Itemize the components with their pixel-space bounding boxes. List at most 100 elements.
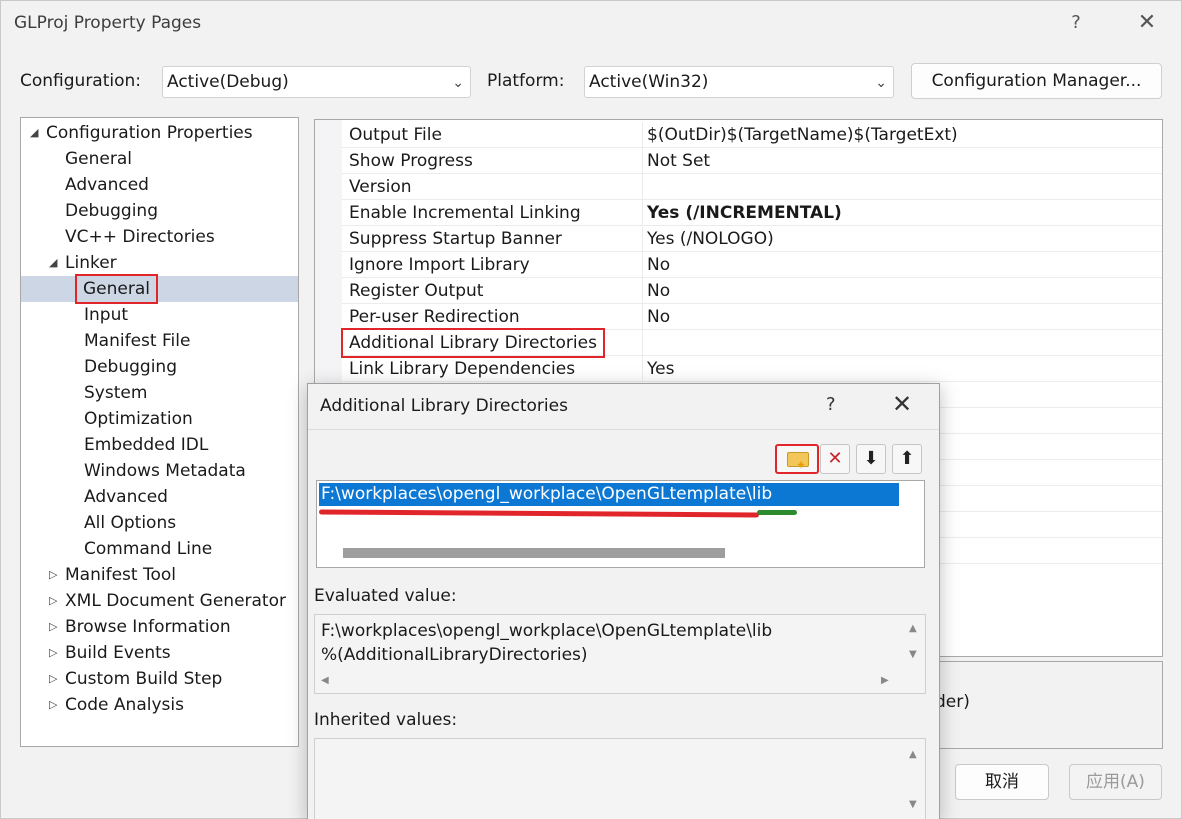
property-tree[interactable]: ◢ Configuration Properties General Advan… [20, 117, 299, 747]
tree-item-label: Optimization [84, 409, 193, 429]
tree-item-label: Debugging [65, 201, 158, 221]
additional-library-directories-dialog: Additional Library Directories ? ✕ ✦ ✕ ⬇… [307, 383, 940, 819]
collapsed-arrow-icon: ▷ [49, 594, 58, 607]
evaluated-value-line: F:\workplaces\opengl_workplace\OpenGLtem… [321, 621, 773, 641]
collapsed-arrow-icon: ▷ [49, 620, 58, 633]
dialog-separator [308, 429, 939, 430]
tree-item-vc-directories[interactable]: VC++ Directories [21, 224, 298, 250]
apply-button[interactable]: 应用(A) [1069, 764, 1162, 800]
tree-item-linker-general[interactable]: General [21, 274, 298, 304]
configuration-combo[interactable]: Active(Debug) ⌄ [162, 66, 471, 98]
window-title: GLProj Property Pages [14, 13, 202, 33]
directory-list[interactable]: F:\workplaces\opengl_workplace\OpenGLtem… [316, 480, 925, 568]
configuration-value: Active(Debug) [167, 72, 289, 92]
directory-item[interactable]: F:\workplaces\opengl_workplace\OpenGLtem… [319, 483, 899, 506]
grid-row-additional-library-directories[interactable]: Additional Library Directories [341, 328, 1162, 358]
tree-item-linker-advanced[interactable]: Advanced [21, 484, 298, 510]
move-down-button[interactable]: ⬇ [856, 444, 886, 474]
help-button[interactable]: ? [1056, 9, 1096, 37]
tree-item-xml-document-generator[interactable]: ▷ XML Document Generator [21, 588, 298, 614]
tree-item-code-analysis[interactable]: ▷ Code Analysis [21, 692, 298, 718]
grid-row-link-library-dependencies[interactable]: Link Library Dependencies Yes [342, 356, 1162, 382]
evaluated-value-line: %(AdditionalLibraryDirectories) [321, 645, 588, 665]
grid-row-show-progress[interactable]: Show Progress Not Set [342, 148, 1162, 174]
delete-button[interactable]: ✕ [820, 444, 850, 474]
tree-item-linker-all-options[interactable]: All Options [21, 510, 298, 536]
move-up-button[interactable]: ⬆ [892, 444, 922, 474]
property-name: Link Library Dependencies [349, 359, 576, 379]
close-button[interactable]: ✕ [1127, 9, 1167, 37]
column-divider [642, 148, 643, 174]
grid-row-output-file[interactable]: Output File $(OutDir)$(TargetName)$(Targ… [342, 122, 1162, 148]
column-divider [642, 200, 643, 226]
tree-item-label: Advanced [65, 175, 149, 195]
tree-item-linker[interactable]: ◢ Linker [21, 250, 298, 276]
tree-item-linker-input[interactable]: Input [21, 302, 298, 328]
column-divider [642, 356, 643, 382]
column-divider [642, 278, 643, 304]
inherited-values-label: Inherited values: [314, 710, 458, 730]
grid-row-per-user-redirection[interactable]: Per-user Redirection No [342, 304, 1162, 330]
configuration-label: Configuration: [20, 71, 142, 91]
tree-item-custom-build-step[interactable]: ▷ Custom Build Step [21, 666, 298, 692]
platform-value: Active(Win32) [589, 72, 709, 92]
grid-row-version[interactable]: Version [342, 174, 1162, 200]
evaluated-value-box: F:\workplaces\opengl_workplace\OpenGLtem… [314, 614, 926, 694]
tree-item-linker-optimization[interactable]: Optimization [21, 406, 298, 432]
tree-item-label: VC++ Directories [65, 227, 215, 247]
tree-item-linker-embedded-idl[interactable]: Embedded IDL [21, 432, 298, 458]
tree-item-debugging[interactable]: Debugging [21, 198, 298, 224]
cancel-button[interactable]: 取消 [955, 764, 1049, 800]
scroll-left-icon[interactable]: ◀ [321, 675, 329, 686]
tree-item-configuration-properties[interactable]: ◢ Configuration Properties [21, 120, 298, 146]
scroll-up-icon[interactable]: ▲ [909, 749, 917, 760]
dialog-help-button[interactable]: ? [826, 394, 836, 415]
tree-item-label: Manifest File [84, 331, 191, 351]
platform-combo[interactable]: Active(Win32) ⌄ [584, 66, 894, 98]
configuration-manager-button[interactable]: Configuration Manager... [911, 63, 1162, 99]
tree-item-label: Browse Information [65, 617, 231, 637]
tree-item-label: General [65, 149, 132, 169]
expanded-arrow-icon: ◢ [30, 126, 39, 139]
column-divider [642, 252, 643, 278]
new-line-button[interactable]: ✦ [775, 444, 819, 474]
tree-item-build-events[interactable]: ▷ Build Events [21, 640, 298, 666]
arrow-up-icon: ⬆ [899, 448, 915, 469]
tree-item-linker-manifest-file[interactable]: Manifest File [21, 328, 298, 354]
tree-item-label: General [75, 274, 158, 304]
dialog-close-button[interactable]: ✕ [892, 390, 912, 418]
tree-item-linker-command-line[interactable]: Command Line [21, 536, 298, 562]
inherited-values-box: ▲ ▼ [314, 738, 926, 819]
green-annotation-underline [757, 510, 797, 515]
property-name: Show Progress [349, 151, 473, 171]
tree-item-linker-system[interactable]: System [21, 380, 298, 406]
tree-item-linker-windows-metadata[interactable]: Windows Metadata [21, 458, 298, 484]
column-divider [642, 330, 643, 356]
tree-item-general[interactable]: General [21, 146, 298, 172]
scroll-up-icon[interactable]: ▲ [909, 623, 917, 634]
chevron-down-icon: ⌄ [875, 75, 887, 91]
horizontal-scrollbar[interactable] [343, 548, 725, 558]
tree-item-browse-information[interactable]: ▷ Browse Information [21, 614, 298, 640]
arrow-down-icon: ⬇ [863, 448, 879, 469]
grid-row-enable-incremental-linking[interactable]: Enable Incremental Linking Yes (/INCREME… [342, 200, 1162, 226]
grid-row-ignore-import-library[interactable]: Ignore Import Library No [342, 252, 1162, 278]
property-name: Additional Library Directories [341, 328, 605, 358]
grid-row-register-output[interactable]: Register Output No [342, 278, 1162, 304]
red-annotation-underline [318, 509, 760, 518]
property-name: Ignore Import Library [349, 255, 530, 275]
new-folder-icon: ✦ [787, 452, 809, 472]
tree-item-label: Custom Build Step [65, 669, 223, 689]
scroll-right-icon[interactable]: ▶ [881, 675, 889, 686]
tree-item-label: Linker [65, 253, 117, 273]
scroll-down-icon[interactable]: ▼ [909, 799, 917, 810]
tree-item-label: System [84, 383, 148, 403]
tree-item-manifest-tool[interactable]: ▷ Manifest Tool [21, 562, 298, 588]
tree-item-linker-debugging[interactable]: Debugging [21, 354, 298, 380]
column-divider [642, 304, 643, 330]
tree-item-advanced[interactable]: Advanced [21, 172, 298, 198]
grid-row-suppress-startup-banner[interactable]: Suppress Startup Banner Yes (/NOLOGO) [342, 226, 1162, 252]
property-value: Yes (/NOLOGO) [647, 229, 774, 249]
property-name: Register Output [349, 281, 484, 301]
scroll-down-icon[interactable]: ▼ [909, 649, 917, 660]
